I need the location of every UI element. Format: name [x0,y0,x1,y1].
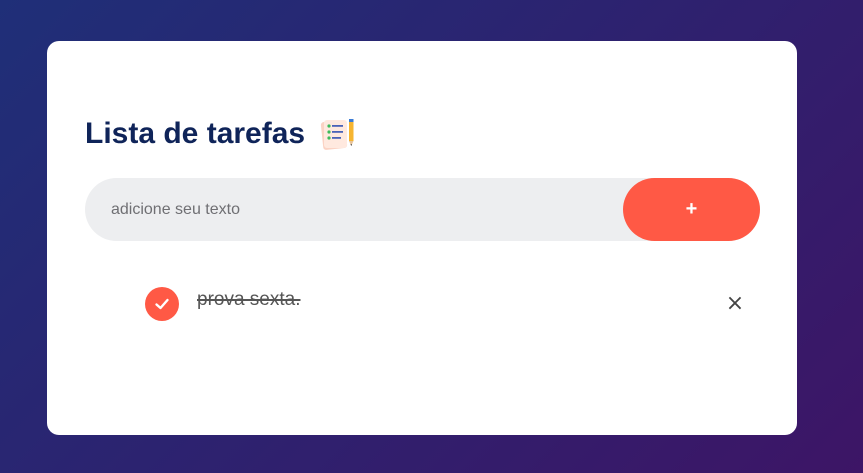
task-list: prova sexta. × [145,287,750,321]
add-task-button[interactable]: + [623,178,760,241]
task-input[interactable] [111,178,611,241]
task-input-row: + [85,178,760,241]
todo-card: Lista de tarefas + [47,41,797,435]
close-icon: × [725,291,745,316]
delete-task-button[interactable]: × [720,289,750,319]
list-item: prova sexta. × [145,287,750,321]
task-text: prova sexta. [197,289,301,310]
check-icon [155,298,169,310]
page-title: Lista de tarefas [85,117,306,150]
header: Lista de tarefas [85,115,357,153]
task-checkbox[interactable] [145,287,179,321]
notepad-pencil-icon [319,115,357,153]
